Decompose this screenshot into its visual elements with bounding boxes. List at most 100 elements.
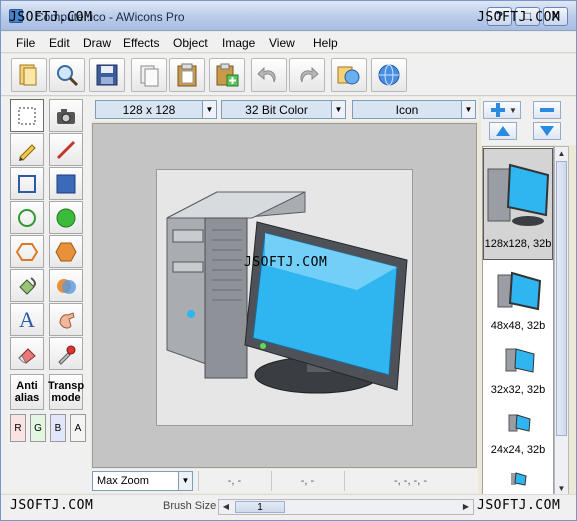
size-select[interactable]: 128 x 128 ▼: [95, 100, 217, 119]
eyedropper-icon: [58, 345, 76, 365]
capture-tool[interactable]: [49, 99, 83, 132]
menu-edit[interactable]: Edit: [49, 36, 70, 50]
color-depth-select[interactable]: 32 Bit Color ▼: [221, 100, 346, 119]
paste-button[interactable]: [169, 58, 205, 92]
scroll-left-arrow[interactable]: ◀: [219, 500, 233, 514]
frame-item[interactable]: 24x24, 32b: [483, 409, 553, 463]
menu-draw[interactable]: Draw: [83, 36, 111, 50]
smudge-tool[interactable]: [49, 303, 83, 336]
undo-button[interactable]: [251, 58, 287, 92]
transparent-label-line1: Transp: [47, 380, 85, 392]
move-frame-down-button[interactable]: [533, 122, 561, 140]
transparent-mode-toggle[interactable]: Transp mode: [48, 374, 84, 410]
editing-canvas-area[interactable]: [92, 123, 477, 468]
eraser-tool[interactable]: [10, 337, 44, 370]
antialias-toggle[interactable]: Anti alias: [10, 374, 44, 410]
watermark-bottom-left: JSOFTJ.COM: [10, 498, 94, 513]
canvas-status-bar: Max Zoom ▼ -, - -, - -, -, -, -: [1, 469, 478, 493]
copy-button[interactable]: [131, 58, 167, 92]
save-icon: [96, 64, 118, 86]
computer-thumbnail-icon: [497, 271, 542, 311]
menu-object[interactable]: Object: [173, 36, 208, 50]
svg-text:▼: ▼: [509, 106, 517, 115]
filled-rectangle-tool[interactable]: [49, 167, 83, 200]
frame-label: 48x48, 32b: [490, 320, 546, 332]
view-icon: [337, 66, 360, 85]
move-frame-up-button[interactable]: [489, 122, 517, 140]
color-picker-tool[interactable]: [49, 337, 83, 370]
menu-file[interactable]: File: [16, 36, 35, 50]
frame-label: 32x32, 32b: [490, 384, 546, 396]
filled-rectangle-icon: [56, 174, 76, 193]
rectangle-tool[interactable]: [10, 167, 44, 200]
plus-icon: ▼: [491, 103, 517, 117]
minus-icon: [540, 108, 554, 112]
frame-item[interactable]: 32x32, 32b: [483, 343, 553, 403]
menu-bar: File Edit Draw Effects Object Image View…: [1, 32, 576, 53]
filled-ellipse-tool[interactable]: [49, 201, 83, 234]
watermark-bottom-right: JSOFTJ.COM: [477, 498, 561, 513]
rectangle-icon: [18, 174, 36, 193]
pencil-tool[interactable]: [10, 133, 44, 166]
add-frame-button[interactable]: ▼: [483, 101, 521, 119]
text-tool[interactable]: A: [10, 303, 44, 336]
frame-list-scrollbar[interactable]: ▲ ▼: [554, 146, 569, 496]
watermark-top-right: JSOFTJ.COM: [477, 10, 561, 25]
menu-help[interactable]: Help: [313, 36, 338, 50]
web-icon: [378, 64, 400, 86]
selection-size: -, -: [271, 471, 343, 491]
antialias-label: Anti alias: [15, 380, 39, 404]
filled-hexagon-icon: [55, 242, 77, 261]
antialias-label-line1: Anti: [16, 380, 38, 392]
computer-icon: [166, 191, 408, 394]
format-select[interactable]: Icon ▼: [352, 100, 476, 119]
web-button[interactable]: [371, 58, 407, 92]
frame-list[interactable]: 128x128, 32b 48x48, 32b 32x32, 32b 24x24…: [482, 146, 554, 496]
zoom-select[interactable]: Max Zoom ▼: [92, 471, 193, 491]
frame-item[interactable]: 128x128, 32b: [483, 148, 553, 260]
transparent-label: Transp mode: [48, 380, 84, 404]
menu-image[interactable]: Image: [222, 36, 255, 50]
redo-button[interactable]: [289, 58, 325, 92]
main-toolbar: [1, 54, 576, 96]
frame-item[interactable]: 48x48, 32b: [483, 267, 553, 337]
frame-item[interactable]: [483, 467, 553, 495]
size-select-value: 128 x 128: [122, 103, 176, 117]
cursor-coordinates: -, -: [198, 471, 270, 491]
scroll-up-arrow[interactable]: ▲: [555, 147, 568, 160]
ellipse-tool[interactable]: [10, 201, 44, 234]
polygon-tool[interactable]: [10, 235, 44, 268]
undo-icon: [257, 66, 276, 83]
save-button[interactable]: [89, 58, 125, 92]
paste-new-icon: [216, 63, 239, 87]
channel-a-toggle[interactable]: A: [70, 414, 86, 442]
line-tool[interactable]: [49, 133, 83, 166]
frame-controls: ▼: [481, 97, 576, 145]
channel-b-toggle[interactable]: B: [50, 414, 66, 442]
filled-ellipse-icon: [56, 208, 76, 227]
new-file-button[interactable]: [11, 58, 47, 92]
brush-size-thumb[interactable]: 1: [235, 501, 285, 513]
gradient-tool[interactable]: [49, 269, 83, 302]
computer-thumbnail-icon: [505, 348, 535, 373]
color-depth-value: 32 Bit Color: [245, 103, 308, 117]
view-button[interactable]: [331, 58, 367, 92]
watermark-center: JSOFTJ.COM: [244, 255, 328, 270]
remove-frame-button[interactable]: [533, 101, 561, 119]
color-value: -, -, -, -: [344, 471, 476, 491]
paste-new-button[interactable]: [209, 58, 245, 92]
channel-r-toggle[interactable]: R: [10, 414, 26, 442]
icon-canvas[interactable]: [156, 169, 413, 426]
channel-g-toggle[interactable]: G: [30, 414, 46, 442]
select-tool[interactable]: [10, 99, 44, 132]
brush-size-slider[interactable]: ◀ 1 ▶: [218, 499, 474, 515]
filled-polygon-tool[interactable]: [49, 235, 83, 268]
zoom-button[interactable]: [49, 58, 85, 92]
selection-rect-icon: [18, 107, 36, 124]
fill-tool[interactable]: [10, 269, 44, 302]
scroll-thumb[interactable]: [556, 161, 567, 436]
menu-view[interactable]: View: [269, 36, 295, 50]
frame-label: 24x24, 32b: [490, 444, 546, 456]
menu-effects[interactable]: Effects: [123, 36, 159, 50]
scroll-right-arrow[interactable]: ▶: [459, 500, 473, 514]
